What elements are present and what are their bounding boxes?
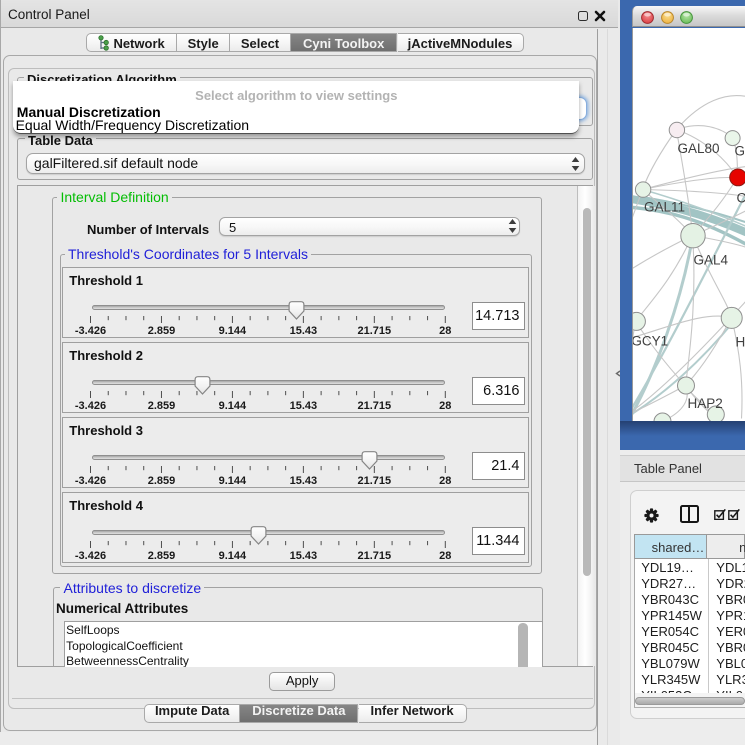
svg-text:C: C <box>736 190 745 205</box>
svg-text:GCY1: GCY1 <box>633 333 668 348</box>
svg-text:H: H <box>735 334 745 349</box>
svg-text:GA: GA <box>734 143 745 158</box>
svg-text:HAP2: HAP2 <box>687 396 722 411</box>
svg-text:GAL4: GAL4 <box>693 252 728 267</box>
svg-text:GAL11: GAL11 <box>644 199 685 214</box>
svg-text:GAL80: GAL80 <box>677 141 719 156</box>
